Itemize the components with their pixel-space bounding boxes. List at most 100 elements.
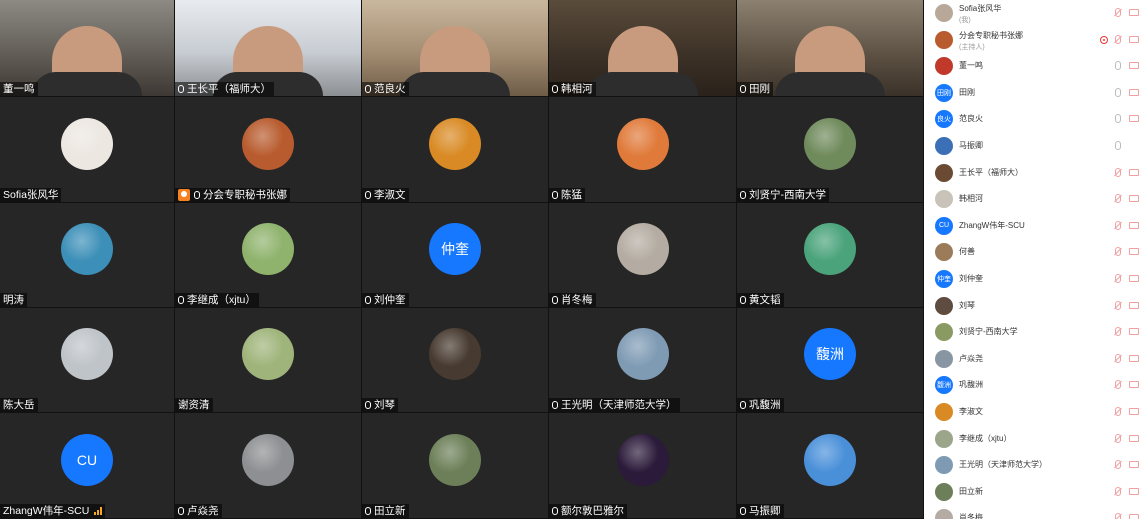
microphone-muted-icon[interactable] bbox=[1115, 380, 1121, 390]
camera-off-icon[interactable] bbox=[1129, 301, 1139, 309]
microphone-muted-icon[interactable] bbox=[1115, 460, 1121, 470]
camera-off-icon[interactable] bbox=[1129, 221, 1139, 229]
camera-off-icon[interactable] bbox=[1129, 35, 1139, 43]
video-tile[interactable]: 陈大岳 bbox=[0, 308, 175, 413]
video-tile[interactable]: 田立新 bbox=[362, 413, 549, 519]
camera-off-icon[interactable] bbox=[1129, 381, 1139, 389]
participant-list-item[interactable]: 田立新 bbox=[924, 479, 1144, 505]
microphone-muted-icon[interactable] bbox=[1115, 247, 1121, 257]
participant-list-item[interactable]: CU ZhangW伟年-SCU bbox=[924, 213, 1144, 239]
participant-list-item[interactable]: 肖冬梅 bbox=[924, 505, 1144, 519]
microphone-muted-icon[interactable] bbox=[1115, 220, 1121, 230]
video-tile[interactable]: 黄文韬 bbox=[737, 203, 924, 308]
microphone-icon bbox=[365, 85, 371, 93]
participant-name-label: 谢资清 bbox=[175, 398, 213, 412]
microphone-muted-icon[interactable] bbox=[1115, 274, 1121, 283]
participant-name-label: 王光明（天津师范大学） bbox=[549, 398, 680, 412]
video-tile[interactable]: 仲奎 刘仲奎 bbox=[362, 203, 549, 308]
microphone-muted-icon[interactable] bbox=[1115, 433, 1121, 443]
participant-name: 李淑文 bbox=[374, 189, 406, 201]
video-tile[interactable]: CU ZhangW伟年-SCU bbox=[0, 413, 175, 519]
participant-list-item[interactable]: 良火 范良火 bbox=[924, 106, 1144, 132]
camera-off-icon[interactable] bbox=[1129, 514, 1139, 519]
participant-list-item[interactable]: 何善 bbox=[924, 239, 1144, 265]
participant-list-item[interactable]: 仲奎 刘仲奎 bbox=[924, 266, 1144, 292]
camera-off-icon[interactable] bbox=[1129, 62, 1139, 70]
participant-name: Sofia张风华 bbox=[959, 4, 1002, 13]
camera-off-icon[interactable] bbox=[1129, 354, 1139, 362]
camera-off-icon[interactable] bbox=[1129, 461, 1139, 469]
participant-list-item[interactable]: 董一鸣 bbox=[924, 53, 1144, 79]
participant-list-item[interactable]: 卢焱尧 bbox=[924, 346, 1144, 372]
camera-off-icon[interactable] bbox=[1129, 408, 1139, 415]
microphone-muted-icon[interactable] bbox=[1115, 353, 1121, 363]
video-tile[interactable]: 额尔敦巴雅尔 bbox=[549, 413, 737, 519]
avatar bbox=[804, 433, 856, 486]
participant-name: 李淑文 bbox=[959, 407, 983, 416]
participant-list-item[interactable]: 马振卿 bbox=[924, 133, 1144, 159]
camera-off-icon[interactable] bbox=[1129, 275, 1139, 282]
camera-off-icon[interactable] bbox=[1129, 328, 1139, 336]
participant-list-item[interactable]: Sofia张风华 (我) bbox=[924, 0, 1144, 26]
participant-list-item[interactable]: 分会专职秘书张娜 (主持人) bbox=[924, 27, 1144, 53]
microphone-muted-icon[interactable] bbox=[1115, 407, 1121, 416]
video-tile[interactable]: 李继成（xjtu） bbox=[175, 203, 362, 308]
participant-list-item[interactable]: 王光明（天津师范大学） bbox=[924, 452, 1144, 478]
microphone-muted-icon[interactable] bbox=[1115, 34, 1121, 44]
video-tile[interactable]: 刘贤宁-西南大学 bbox=[737, 97, 924, 203]
participant-list-item[interactable]: 李继成（xjtu） bbox=[924, 426, 1144, 452]
camera-off-icon[interactable] bbox=[1129, 88, 1139, 96]
video-tile[interactable]: 范良火 bbox=[362, 0, 549, 97]
microphone-muted-icon[interactable] bbox=[1115, 300, 1121, 310]
microphone-icon bbox=[552, 85, 558, 93]
camera-off-icon[interactable] bbox=[1129, 168, 1139, 176]
microphone-icon[interactable] bbox=[1115, 61, 1121, 71]
microphone-muted-icon[interactable] bbox=[1115, 486, 1121, 496]
avatar bbox=[242, 433, 294, 486]
participant-list-item[interactable]: 田刚 田刚 bbox=[924, 80, 1144, 106]
participant-name: 明涛 bbox=[3, 294, 24, 306]
participant-list-item[interactable]: 李淑文 bbox=[924, 399, 1144, 425]
video-tile[interactable]: 刘琴 bbox=[362, 308, 549, 413]
video-tile[interactable]: 馥洲 巩馥洲 bbox=[737, 308, 924, 413]
video-tile[interactable]: 马振卿 bbox=[737, 413, 924, 519]
video-tile[interactable]: Sofia张风华 bbox=[0, 97, 175, 203]
participant-list-item[interactable]: 馥洲 巩馥洲 bbox=[924, 372, 1144, 398]
microphone-muted-icon[interactable] bbox=[1115, 194, 1121, 204]
participant-name-label: 巩馥洲 bbox=[737, 398, 784, 412]
video-tile[interactable]: 王光明（天津师范大学） bbox=[549, 308, 737, 413]
video-tile[interactable]: 谢资清 bbox=[175, 308, 362, 413]
microphone-muted-icon[interactable] bbox=[1115, 327, 1121, 337]
participant-list-item[interactable]: 刘贤宁-西南大学 bbox=[924, 319, 1144, 345]
camera-off-icon[interactable] bbox=[1129, 487, 1139, 495]
participant-name: ZhangW伟年-SCU bbox=[3, 505, 90, 517]
camera-off-icon[interactable] bbox=[1129, 248, 1139, 256]
microphone-icon[interactable] bbox=[1115, 114, 1121, 124]
video-tile[interactable]: 卢焱尧 bbox=[175, 413, 362, 519]
participant-list-panel[interactable]: Sofia张风华 (我) 分会专职秘书张娜 (主持人) 董一鸣 田刚 田刚 良火 范良火 马振卿王… bbox=[924, 0, 1144, 519]
video-tile[interactable]: 董一鸣 bbox=[0, 0, 175, 97]
video-tile[interactable]: 韩相河 bbox=[549, 0, 737, 97]
video-tile[interactable]: 田刚 bbox=[737, 0, 924, 97]
video-tile[interactable]: 李淑文 bbox=[362, 97, 549, 203]
camera-off-icon[interactable] bbox=[1129, 115, 1139, 123]
microphone-icon[interactable] bbox=[1115, 141, 1121, 150]
microphone-icon[interactable] bbox=[1115, 87, 1121, 97]
camera-off-icon[interactable] bbox=[1129, 434, 1139, 442]
video-tile[interactable]: 陈猛 bbox=[549, 97, 737, 203]
video-tile[interactable]: 肖冬梅 bbox=[549, 203, 737, 308]
participant-list-item[interactable]: 韩相河 bbox=[924, 186, 1144, 212]
avatar bbox=[616, 328, 669, 380]
camera-off-icon[interactable] bbox=[1129, 195, 1139, 203]
camera-off-icon[interactable] bbox=[1129, 9, 1139, 16]
video-tile[interactable]: 王长平（福师大） bbox=[175, 0, 362, 97]
participant-list-item[interactable]: 王长平（福师大） bbox=[924, 160, 1144, 186]
microphone-muted-icon[interactable] bbox=[1115, 167, 1121, 177]
microphone-muted-icon[interactable] bbox=[1115, 8, 1121, 17]
video-tile[interactable]: 分会专职秘书张娜 bbox=[175, 97, 362, 203]
participant-name-label: 范良火 bbox=[362, 82, 409, 96]
video-tile[interactable]: 明涛 bbox=[0, 203, 175, 308]
participant-list-item[interactable]: 刘琴 bbox=[924, 293, 1144, 319]
avatar bbox=[935, 190, 953, 209]
microphone-muted-icon[interactable] bbox=[1115, 513, 1121, 519]
